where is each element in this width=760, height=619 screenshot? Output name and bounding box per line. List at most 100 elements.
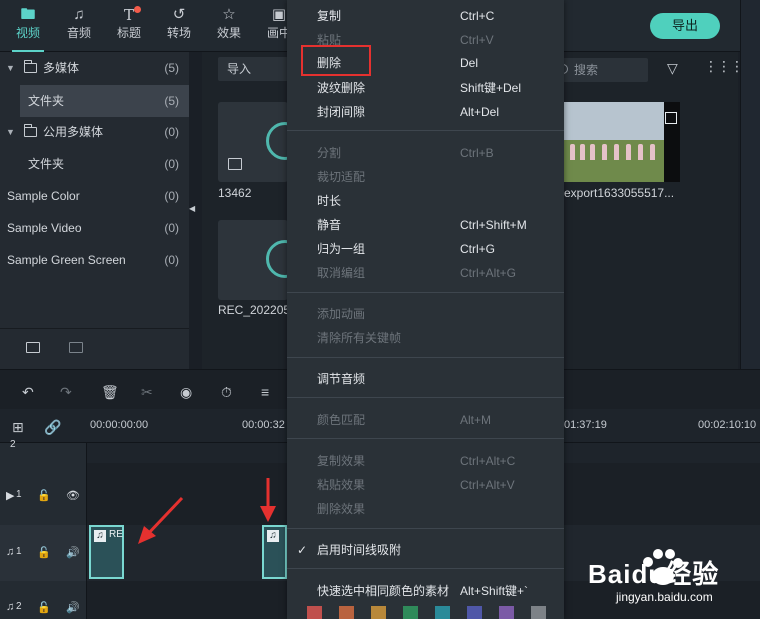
library-item-folder[interactable]: 文件夹 (5) xyxy=(20,85,189,117)
color-swatch[interactable] xyxy=(371,606,386,619)
lock-icon[interactable]: 🔓 xyxy=(37,546,51,559)
menu-item-close-gap[interactable]: 封闭间隙 Alt+Del xyxy=(287,100,564,124)
menu-item-shortcut: Shift键+Del xyxy=(460,81,522,95)
library-item-sample-video[interactable]: Sample Video (0) xyxy=(0,212,189,244)
library-item-count: (0) xyxy=(164,157,179,171)
library-item-shared-folder[interactable]: 文件夹 (0) xyxy=(0,148,189,180)
filter-icon[interactable]: ▽ xyxy=(667,60,678,77)
library-item-media[interactable]: ▼ 多媒体 (5) xyxy=(0,52,189,84)
audio-clip[interactable]: ♫ RE xyxy=(89,525,124,579)
menu-item-enable-snapping[interactable]: ✓ 启用时间线吸附 xyxy=(287,538,564,562)
menu-item-adjust-audio[interactable]: 调节音频 xyxy=(287,367,564,391)
media-thumb[interactable] xyxy=(218,102,304,182)
track-number: 2 xyxy=(10,439,16,450)
menu-item-split[interactable]: 分割 Ctrl+B xyxy=(287,141,564,165)
search-input[interactable]: 搜索 xyxy=(552,58,648,82)
menu-item-add-animation[interactable]: 添加动画 xyxy=(287,302,564,326)
color-swatch[interactable] xyxy=(435,606,450,619)
menu-separator xyxy=(287,568,564,569)
lock-icon[interactable]: 🔓 xyxy=(37,489,51,502)
menu-item-mute[interactable]: 静音 Ctrl+Shift+M xyxy=(287,213,564,237)
media-thumb[interactable] xyxy=(218,220,304,300)
audio-clip[interactable]: ♫ xyxy=(262,525,287,579)
video-thumbnail[interactable] xyxy=(564,102,680,182)
menu-item-duration[interactable]: 时长 xyxy=(287,189,564,213)
red-arrow-annotation xyxy=(138,496,184,544)
caret-down-icon[interactable]: ▼ xyxy=(6,52,15,84)
menu-item-label: 静音 xyxy=(317,218,342,232)
import-button[interactable]: 导入 xyxy=(218,57,288,81)
track-number: 1 xyxy=(16,489,22,500)
music-note-icon: ♫ xyxy=(94,530,106,542)
menu-item-delete-effects[interactable]: 删除效果 xyxy=(287,497,564,521)
menu-item-label: 取消编组 xyxy=(317,266,366,280)
menu-item-ripple-delete[interactable]: 波纹删除 Shift键+Del xyxy=(287,76,564,100)
eye-icon[interactable]: 👁 xyxy=(66,489,80,502)
collapse-panel-icon[interactable]: ◀ xyxy=(189,204,197,216)
add-track-icon[interactable]: ⊞ xyxy=(12,419,24,436)
track-header-audio-2: ♫ 2 🔓 🔊 xyxy=(0,581,87,619)
thumbnail-sky xyxy=(564,102,664,140)
tab-video[interactable]: 🖿 视频 xyxy=(8,4,48,52)
menu-item-select-same-color[interactable]: 快速选中相同颜色的素材 Alt+Shift键+` xyxy=(287,579,564,603)
lock-icon[interactable]: 🔓 xyxy=(37,601,51,614)
tab-transition[interactable]: ↺ 转场 xyxy=(159,4,199,48)
export-button[interactable]: 导出 xyxy=(650,13,720,39)
menu-item-crop-fit[interactable]: 裁切适配 xyxy=(287,165,564,189)
menu-item-label: 添加动画 xyxy=(317,307,366,321)
timer-icon[interactable]: ⏱ xyxy=(221,384,232,401)
video-film-icon xyxy=(665,112,677,124)
color-swatch[interactable] xyxy=(467,606,482,619)
menu-item-color-match[interactable]: 颜色匹配 Alt+M xyxy=(287,408,564,432)
menu-item-label: 裁切适配 xyxy=(317,170,366,184)
menu-item-ungroup[interactable]: 取消编组 Ctrl+Alt+G xyxy=(287,261,564,285)
menu-item-paste-effects[interactable]: 粘贴效果 Ctrl+Alt+V xyxy=(287,473,564,497)
caret-down-icon[interactable]: ▼ xyxy=(6,116,15,148)
color-swatch[interactable] xyxy=(339,606,354,619)
menu-item-copy-effects[interactable]: 复制效果 Ctrl+Alt+C xyxy=(287,449,564,473)
menu-item-shortcut: Ctrl+C xyxy=(460,9,495,23)
tab-audio[interactable]: ♫ 音频 xyxy=(59,4,99,48)
scissors-icon[interactable]: ✂ xyxy=(141,384,153,401)
effects-star-icon: ☆ xyxy=(222,6,236,23)
ruler-time-label: 00:00:00:00 xyxy=(90,419,149,431)
folder-outline-icon[interactable] xyxy=(69,342,83,353)
link-icon[interactable]: 🔗 xyxy=(44,419,61,436)
context-menu: 复制 Ctrl+C 粘贴 Ctrl+V 删除 Del 波纹删除 Shift键+D… xyxy=(287,0,564,619)
thumbnail-figure xyxy=(602,144,607,160)
new-folder-icon[interactable] xyxy=(26,342,40,353)
library-item-sample-color[interactable]: Sample Color (0) xyxy=(0,180,189,212)
speaker-icon[interactable]: 🔊 xyxy=(66,601,80,614)
music-note-icon: ♫ xyxy=(73,6,85,23)
library-item-shared-media[interactable]: ▼ 公用多媒体 (0) xyxy=(0,116,189,148)
menu-separator xyxy=(287,130,564,131)
menu-item-clear-keyframes[interactable]: 清除所有关键帧 xyxy=(287,326,564,350)
track-header-video-1: ▶ 1 🔓 👁 xyxy=(0,463,87,525)
library-item-count: (0) xyxy=(164,253,179,267)
adjust-sliders-icon[interactable]: ≡ xyxy=(261,384,269,400)
music-note-icon: ♫ xyxy=(6,601,15,613)
library-item-count: (0) xyxy=(164,189,179,203)
tab-effects[interactable]: ☆ 效果 xyxy=(209,4,249,48)
library-item-sample-green-screen[interactable]: Sample Green Screen (0) xyxy=(0,244,189,276)
speaker-icon[interactable]: 🔊 xyxy=(66,546,80,559)
tab-video-label: 视频 xyxy=(15,26,40,40)
color-swatch[interactable] xyxy=(499,606,514,619)
color-swatch[interactable] xyxy=(403,606,418,619)
color-palette-icon[interactable]: ◉ xyxy=(180,384,192,401)
folder-icon xyxy=(24,60,37,73)
redo-icon[interactable]: ↷ xyxy=(60,384,72,401)
menu-separator xyxy=(287,528,564,529)
tab-title[interactable]: T 标题 xyxy=(109,4,149,48)
undo-icon[interactable]: ↶ xyxy=(22,384,34,401)
grid-view-icon[interactable]: ⋮⋮⋮ xyxy=(704,58,744,75)
menu-item-group[interactable]: 归为一组 Ctrl+G xyxy=(287,237,564,261)
color-swatch[interactable] xyxy=(307,606,322,619)
library-item-label: Sample Color xyxy=(7,189,80,203)
menu-item-label: 颜色匹配 xyxy=(317,413,366,427)
trash-icon[interactable]: 🗑 xyxy=(101,384,119,401)
menu-item-label: 时长 xyxy=(317,194,342,208)
tab-effects-label: 效果 xyxy=(216,26,241,40)
menu-item-copy[interactable]: 复制 Ctrl+C xyxy=(287,4,564,28)
color-swatch[interactable] xyxy=(531,606,546,619)
